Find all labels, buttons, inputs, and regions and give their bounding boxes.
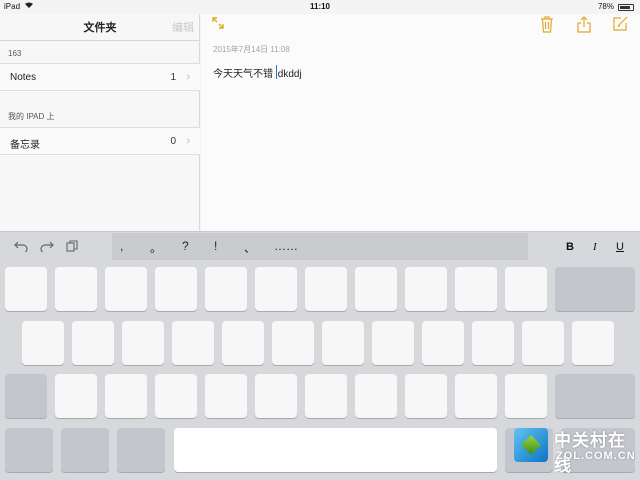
note-editor[interactable]: 2015年7月14日 11:08 今天天气不错 dkddj <box>201 14 640 231</box>
trash-icon[interactable] <box>540 16 554 37</box>
note-text-after: dkddj <box>277 69 302 80</box>
keyboard-key[interactable] <box>255 267 297 311</box>
shift-key-right[interactable] <box>555 374 635 418</box>
italic-button[interactable]: I <box>593 241 597 253</box>
folder-name: 备忘录 <box>10 140 40 151</box>
space-key[interactable] <box>174 428 497 472</box>
keyboard-key[interactable] <box>205 374 247 418</box>
folders-sidebar: 文件夹 编辑 163 Notes 1 › 我的 IPAD 上 备忘录 0 › <box>0 14 200 231</box>
keyboard-key[interactable] <box>372 321 414 365</box>
status-right: 78% <box>598 0 634 14</box>
punct-key-enum-comma[interactable]: 、 <box>244 239 256 256</box>
chevron-right-icon: › <box>186 135 190 147</box>
status-bar: iPad 11:10 78% <box>0 0 640 14</box>
battery-percent: 78% <box>597 2 614 11</box>
keyboard-key[interactable] <box>72 321 114 365</box>
keyboard-key[interactable] <box>355 374 397 418</box>
section-label-account: 163 <box>8 49 22 58</box>
delete-key[interactable] <box>555 267 635 311</box>
keyboard-key[interactable] <box>455 374 497 418</box>
punct-key-exclaim[interactable]: ! <box>214 239 217 253</box>
keyboard-key[interactable] <box>355 267 397 311</box>
keyboard-key[interactable] <box>5 267 47 311</box>
keyboard-key[interactable] <box>172 321 214 365</box>
keyboard-key[interactable] <box>405 374 447 418</box>
redo-icon[interactable] <box>40 240 54 255</box>
shift-key[interactable] <box>5 374 47 418</box>
edit-button[interactable]: 编辑 <box>172 19 194 35</box>
compose-icon[interactable] <box>613 16 628 35</box>
keyboard-key[interactable] <box>505 267 547 311</box>
numbers-key[interactable] <box>5 428 53 472</box>
punct-key-ellipsis[interactable]: …… <box>274 239 298 253</box>
watermark: 中关村在线 ZOL.COM.CN <box>514 422 635 475</box>
keyboard-key[interactable] <box>472 321 514 365</box>
paste-icon[interactable] <box>66 240 78 255</box>
sidebar-header: 文件夹 编辑 <box>0 14 200 41</box>
keyboard-key[interactable] <box>105 267 147 311</box>
keyboard-shortcut-bar: , 。 ? ! 、 …… B I U <box>0 232 640 262</box>
folder-count: 1 <box>170 72 176 83</box>
keyboard-key[interactable] <box>305 374 347 418</box>
battery-icon <box>618 3 634 11</box>
share-icon[interactable] <box>577 16 591 37</box>
dictation-key[interactable] <box>117 428 165 472</box>
keyboard-key[interactable] <box>105 374 147 418</box>
keyboard-key[interactable] <box>155 374 197 418</box>
status-time: 11:10 <box>309 2 331 11</box>
punct-key-question[interactable]: ? <box>182 239 189 253</box>
keyboard-key[interactable] <box>222 321 264 365</box>
undo-icon[interactable] <box>14 240 28 255</box>
punct-key-comma[interactable]: , <box>120 239 123 253</box>
keyboard-key[interactable] <box>205 267 247 311</box>
expand-icon[interactable] <box>211 16 225 34</box>
note-text-before: 今天天气不错 <box>213 69 276 80</box>
punct-key-period[interactable]: 。 <box>150 239 162 256</box>
zol-logo-icon <box>514 428 548 462</box>
folder-count: 0 <box>170 136 176 147</box>
keyboard-key[interactable] <box>55 374 97 418</box>
note-text[interactable]: 今天天气不错 dkddj <box>213 65 302 80</box>
text-cursor <box>275 65 277 79</box>
chevron-right-icon: › <box>186 71 190 83</box>
keyboard-key[interactable] <box>55 267 97 311</box>
note-date: 2015年7月14日 11:08 <box>213 45 290 54</box>
keyboard-key[interactable] <box>122 321 164 365</box>
section-label-device: 我的 IPAD 上 <box>8 112 55 121</box>
bold-button[interactable]: B <box>566 241 574 253</box>
globe-key[interactable] <box>61 428 109 472</box>
keyboard-key[interactable] <box>255 374 297 418</box>
keyboard-key[interactable] <box>305 267 347 311</box>
keyboard-key[interactable] <box>272 321 314 365</box>
keyboard-key[interactable] <box>405 267 447 311</box>
keyboard-key[interactable] <box>522 321 564 365</box>
punctuation-bar: , 。 ? ! 、 …… <box>112 233 528 260</box>
keyboard-key[interactable] <box>455 267 497 311</box>
underline-button[interactable]: U <box>616 241 624 253</box>
keyboard-key[interactable] <box>155 267 197 311</box>
keyboard-key[interactable] <box>22 321 64 365</box>
keyboard-key[interactable] <box>422 321 464 365</box>
folder-row-memo[interactable]: 备忘录 0 › <box>0 127 200 155</box>
keyboard-key[interactable] <box>322 321 364 365</box>
sidebar-title: 文件夹 <box>83 22 117 34</box>
watermark-en: ZOL.COM.CN <box>556 450 636 462</box>
keyboard-key[interactable] <box>505 374 547 418</box>
folder-row-notes[interactable]: Notes 1 › <box>0 63 200 91</box>
keyboard-key[interactable] <box>572 321 614 365</box>
folder-name: Notes <box>10 72 37 83</box>
